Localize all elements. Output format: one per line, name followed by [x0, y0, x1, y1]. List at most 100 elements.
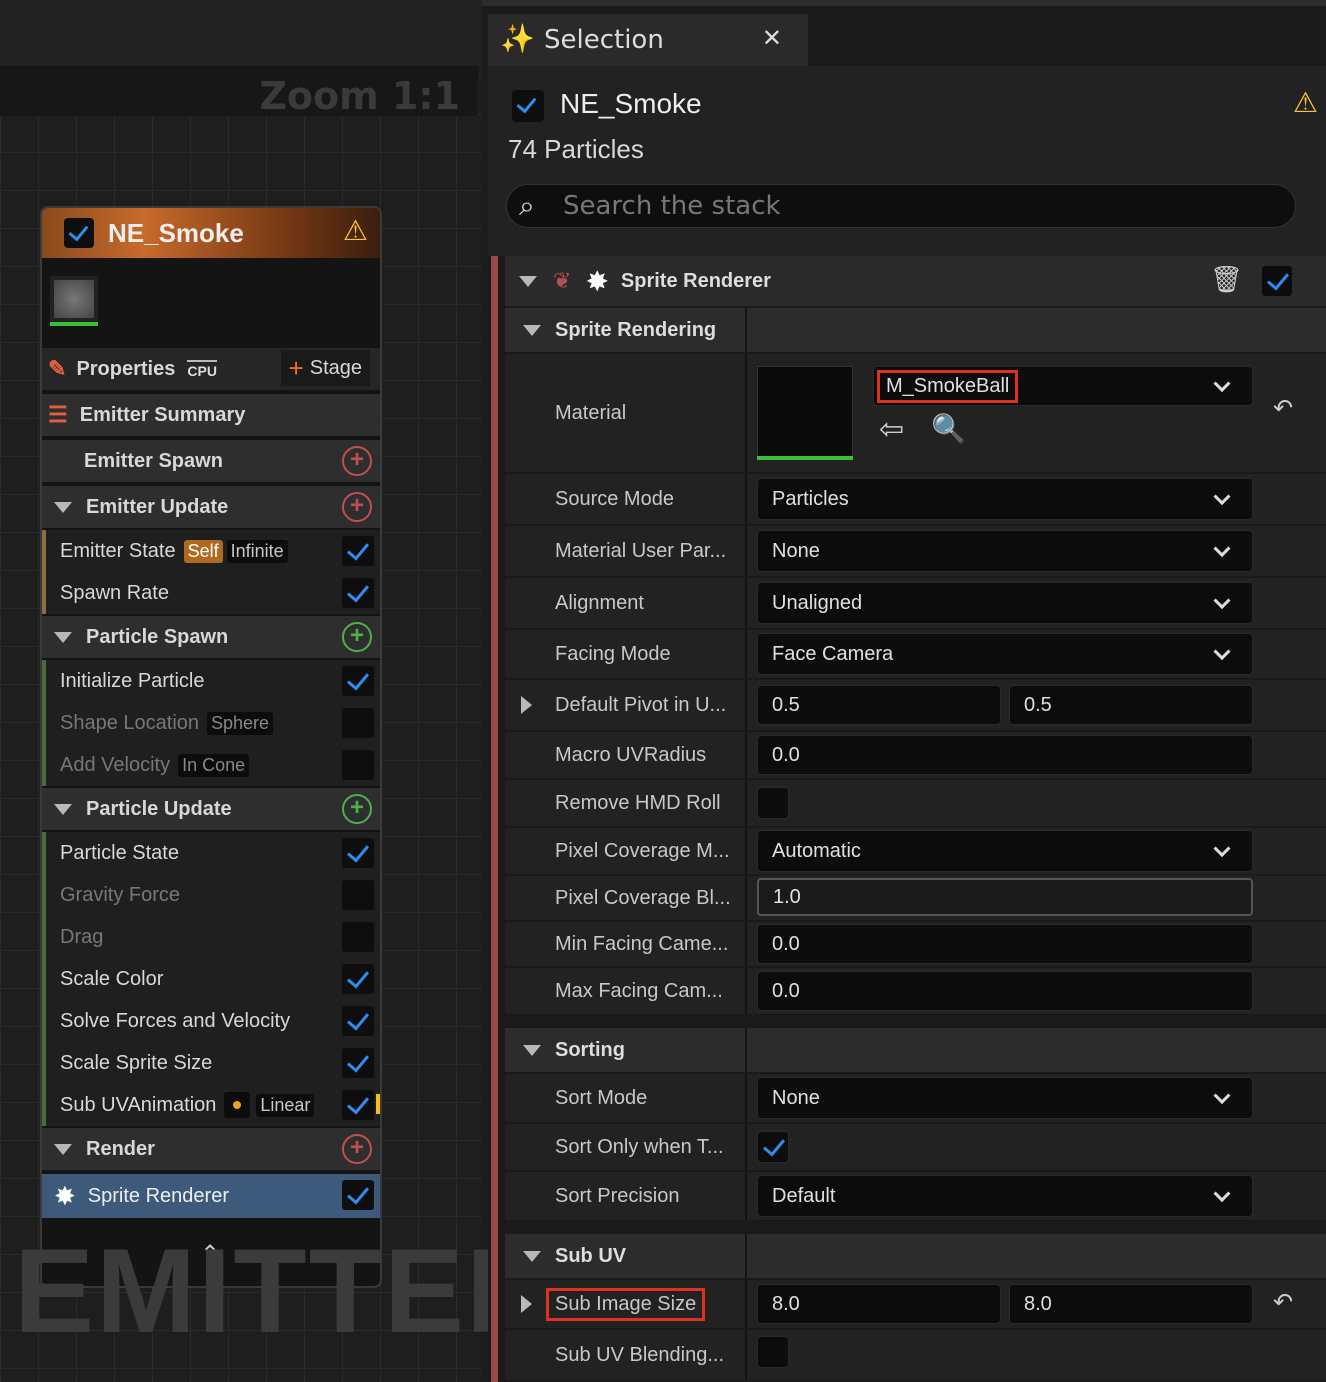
add-module-icon[interactable]: +	[342, 446, 372, 476]
section-sorting[interactable]: Sorting	[505, 1028, 1326, 1072]
material-user-param-dropdown[interactable]: None	[757, 530, 1253, 572]
column-separator	[745, 876, 747, 920]
facing-mode-dropdown[interactable]: Face Camera	[757, 633, 1253, 675]
module-enabled-checkbox[interactable]	[342, 708, 374, 738]
properties-row[interactable]: ✎ Properties CPU + Stage	[42, 348, 380, 390]
input-value: 1.0	[773, 885, 801, 908]
collapse-arrow-icon[interactable]	[523, 324, 541, 336]
module-enabled-checkbox[interactable]	[342, 1006, 374, 1036]
alignment-dropdown[interactable]: Unaligned	[757, 582, 1253, 624]
renderer-header[interactable]: ❦ ✸ Sprite Renderer 🗑	[505, 256, 1326, 306]
module-spawn-rate[interactable]: Spawn Rate	[42, 572, 380, 614]
module-enabled-checkbox[interactable]	[342, 666, 374, 696]
material-dropdown[interactable]: M_SmokeBall	[873, 366, 1253, 406]
add-stage-button[interactable]: + Stage	[280, 350, 370, 386]
expand-arrow-icon[interactable]	[521, 1295, 532, 1313]
module-initialize-particle[interactable]: Initialize Particle	[42, 660, 380, 702]
module-enabled-checkbox[interactable]	[342, 880, 374, 910]
emitter-update-row[interactable]: Emitter Update +	[42, 486, 380, 528]
source-mode-dropdown[interactable]: Particles	[757, 478, 1253, 520]
search-input[interactable]: ⌕ Search the stack	[506, 184, 1296, 228]
module-particle-state[interactable]: Particle State	[42, 832, 380, 874]
particle-spawn-row[interactable]: Particle Spawn +	[42, 616, 380, 658]
module-enabled-checkbox[interactable]	[342, 1048, 374, 1078]
sort-mode-dropdown[interactable]: None	[757, 1077, 1253, 1119]
renderer-enabled-checkbox[interactable]	[1261, 265, 1293, 297]
collapse-arrow-icon[interactable]	[523, 1250, 541, 1262]
warning-icon[interactable]: ⚠	[343, 214, 368, 247]
close-icon[interactable]: ✕	[762, 24, 782, 52]
module-scale-sprite-size[interactable]: Scale Sprite Size	[42, 1042, 380, 1084]
emitter-node-header[interactable]: NE_Smoke ⚠	[42, 208, 380, 258]
module-shape-location[interactable]: Shape Location Sphere	[42, 702, 380, 744]
pixel-coverage-mode-dropdown[interactable]: Automatic	[757, 830, 1253, 872]
add-module-icon[interactable]: +	[342, 794, 372, 824]
module-drag[interactable]: Drag	[42, 916, 380, 958]
section-sprite-rendering[interactable]: Sprite Rendering	[505, 308, 1326, 352]
module-sub-uv-animation[interactable]: Sub UVAnimation Linear	[42, 1084, 380, 1126]
sort-precision-dropdown[interactable]: Default	[757, 1175, 1253, 1217]
pixel-coverage-blend-input[interactable]: 1.0	[757, 878, 1253, 916]
module-add-velocity[interactable]: Add Velocity In Cone	[42, 744, 380, 786]
emitter-spawn-row[interactable]: Emitter Spawn +	[42, 440, 380, 482]
module-label: Scale Sprite Size	[60, 1051, 213, 1074]
emitter-summary-row[interactable]: ☰ Emitter Summary	[42, 394, 380, 436]
module-enabled-checkbox[interactable]	[342, 922, 374, 952]
reset-icon[interactable]: ↶	[1273, 394, 1293, 423]
sub-image-size-x-input[interactable]: 8.0	[757, 1284, 1001, 1324]
collapse-arrow-icon[interactable]	[54, 631, 72, 643]
list-icon: ☰	[48, 402, 68, 427]
module-label: Initialize Particle	[60, 669, 205, 692]
sub-uv-blending-checkbox[interactable]	[757, 1336, 789, 1368]
graph-canvas[interactable]: Zoom 1:1 NE_Smoke ⚠ ✎ Properties CPU + S…	[0, 0, 553, 1382]
render-row[interactable]: Render +	[42, 1128, 380, 1170]
add-renderer-icon[interactable]: +	[342, 1134, 372, 1164]
material-thumbnail[interactable]	[757, 366, 853, 460]
collapse-arrow-icon[interactable]	[519, 275, 537, 287]
module-enabled-checkbox[interactable]	[342, 964, 374, 994]
reset-icon[interactable]: ↶	[1273, 1288, 1293, 1317]
tab-selection[interactable]: ✨ Selection ✕	[488, 14, 808, 66]
collapse-arrow-icon[interactable]	[54, 1143, 72, 1155]
particle-update-row[interactable]: Particle Update +	[42, 788, 380, 830]
module-enabled-checkbox[interactable]	[342, 1090, 374, 1120]
emitter-enabled-checkbox[interactable]	[512, 90, 544, 122]
trash-icon[interactable]: 🗑	[1210, 264, 1243, 295]
emitter-node[interactable]: NE_Smoke ⚠ ✎ Properties CPU + Stage ☰ Em…	[40, 206, 382, 1288]
sort-only-checkbox[interactable]	[757, 1131, 789, 1163]
pivot-y-input[interactable]: 0.5	[1009, 685, 1253, 725]
module-scale-color[interactable]: Scale Color	[42, 958, 380, 1000]
min-facing-input[interactable]: 0.0	[757, 924, 1253, 964]
module-enabled-checkbox[interactable]	[342, 536, 374, 566]
expand-arrow-icon[interactable]	[521, 696, 532, 714]
dropdown-value: None	[772, 539, 820, 562]
collapse-arrow-icon[interactable]	[523, 1044, 541, 1056]
emitter-thumbnail[interactable]	[50, 276, 98, 322]
module-enabled-checkbox[interactable]	[342, 838, 374, 868]
renderer-enabled-checkbox[interactable]	[342, 1180, 374, 1210]
in-cone-tag: In Cone	[178, 753, 250, 777]
prop-label: Sort Precision	[555, 1184, 680, 1207]
section-sub-uv[interactable]: Sub UV	[505, 1234, 1326, 1278]
emitter-enabled-checkbox[interactable]	[64, 218, 94, 248]
use-selected-icon[interactable]: ⇦	[879, 412, 904, 447]
max-facing-input[interactable]: 0.0	[757, 971, 1253, 1011]
collapse-arrow-icon[interactable]	[54, 803, 72, 815]
module-enabled-checkbox[interactable]	[342, 750, 374, 780]
module-enabled-checkbox[interactable]	[342, 578, 374, 608]
module-solve-forces[interactable]: Solve Forces and Velocity	[42, 1000, 380, 1042]
warning-icon[interactable]: ⚠	[1293, 86, 1318, 119]
macro-uv-radius-input[interactable]: 0.0	[757, 735, 1253, 775]
module-gravity-force[interactable]: Gravity Force	[42, 874, 380, 916]
pivot-x-input[interactable]: 0.5	[757, 685, 1001, 725]
column-separator	[745, 1330, 747, 1380]
remove-hmd-roll-checkbox[interactable]	[757, 787, 789, 819]
browse-asset-icon[interactable]: 🔍	[931, 412, 966, 445]
sub-image-size-y-input[interactable]: 8.0	[1009, 1284, 1253, 1324]
sprite-renderer-row[interactable]: ✸ Sprite Renderer	[42, 1174, 380, 1218]
collapse-arrow-icon[interactable]	[54, 501, 72, 513]
add-module-icon[interactable]: +	[342, 622, 372, 652]
add-module-icon[interactable]: +	[342, 492, 372, 522]
module-emitter-state[interactable]: Emitter State Self Infinite	[42, 530, 380, 572]
column-separator	[745, 1124, 747, 1170]
